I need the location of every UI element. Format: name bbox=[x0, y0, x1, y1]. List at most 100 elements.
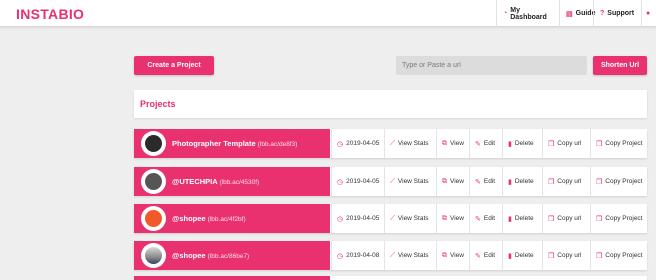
help-icon: ? bbox=[600, 10, 605, 17]
view-stats-button[interactable]: ⟋ View Stats bbox=[384, 241, 436, 270]
nav-support[interactable]: ? Support bbox=[593, 0, 641, 27]
create-project-button[interactable]: Create a Project bbox=[134, 56, 214, 75]
project-name: Photographer Template bbox=[172, 139, 256, 148]
copy-project-button[interactable]: ❐ Copy Project bbox=[590, 204, 647, 233]
edit-icon: ✎ bbox=[475, 140, 481, 148]
copy-url-button[interactable]: ❐ Copy url bbox=[542, 129, 590, 158]
user-icon: ● bbox=[646, 10, 651, 17]
project-row: @shopee (lbb.ac/4f2bf) ◷ 2019-04-05 ⟋ View… bbox=[134, 204, 647, 233]
view-stats-label: View Stats bbox=[397, 178, 429, 185]
project-date: ◷ 2019-04-05 bbox=[331, 167, 383, 196]
dashboard-icon: ◔ bbox=[503, 10, 508, 17]
project-date: ◷ 2019-04-08 bbox=[331, 241, 383, 270]
copy-url-button[interactable]: ❐ Copy url bbox=[542, 241, 590, 270]
book-icon: ▤ bbox=[566, 10, 573, 18]
copy-icon: ❐ bbox=[548, 178, 555, 186]
nav-my-dashboard[interactable]: ◔ My Dashboard bbox=[496, 0, 558, 27]
nav-support-label: Support bbox=[607, 10, 635, 17]
project-header[interactable]: @shopee (lbb.ac/86be7) bbox=[134, 241, 330, 270]
edit-label: Edit bbox=[483, 178, 496, 185]
edit-icon: ✎ bbox=[475, 178, 481, 186]
view-label: View bbox=[450, 178, 464, 185]
delete-label: Delete bbox=[514, 215, 534, 222]
view-stats-button[interactable]: ⟋ View Stats bbox=[384, 204, 436, 233]
project-date-label: 2019-04-05 bbox=[346, 215, 380, 222]
projects-title: Projects bbox=[140, 99, 176, 109]
project-title: Photographer Template (lbb.ac/de8f3) bbox=[172, 139, 297, 148]
project-name: @shopee bbox=[172, 214, 206, 223]
projects-panel: Projects bbox=[134, 90, 647, 118]
copy-project-button[interactable]: ❐ Copy Project bbox=[590, 167, 647, 196]
edit-label: Edit bbox=[483, 252, 496, 259]
shorten-url-button[interactable]: Shorten Url bbox=[593, 56, 647, 75]
avatar bbox=[141, 206, 166, 231]
chart-icon: ⟋ bbox=[390, 214, 395, 222]
url-input[interactable] bbox=[396, 56, 587, 75]
copy-url-label: Copy url bbox=[557, 252, 582, 259]
project-header[interactable]: @shopee (lbb.ac/4f2bf) bbox=[134, 204, 330, 233]
edit-button[interactable]: ✎ Edit bbox=[469, 241, 502, 270]
copy-project-label: Copy Project bbox=[605, 252, 643, 259]
project-header[interactable]: @UTECHPIA (lbb.ac/4530f) bbox=[134, 167, 330, 196]
project-header[interactable] bbox=[134, 276, 330, 280]
edit-label: Edit bbox=[483, 140, 496, 147]
project-header[interactable]: Photographer Template (lbb.ac/de8f3) bbox=[134, 129, 330, 158]
nav-my-dashboard-label: My Dashboard bbox=[510, 6, 547, 21]
project-date: ◷ 2019-04-05 bbox=[331, 204, 383, 233]
copy-project-label: Copy Project bbox=[605, 140, 643, 147]
nav-user[interactable]: ● bbox=[641, 0, 656, 27]
clock-icon: ◷ bbox=[337, 140, 344, 148]
edit-label: Edit bbox=[483, 215, 496, 222]
view-button[interactable]: ⧉ View bbox=[436, 129, 469, 158]
edit-button[interactable]: ✎ Edit bbox=[469, 204, 502, 233]
chart-icon: ⟋ bbox=[390, 251, 395, 259]
nav-guide[interactable]: ▤ Guide bbox=[559, 0, 595, 27]
copy-icon: ❐ bbox=[548, 252, 555, 260]
project-date-label: 2019-04-05 bbox=[346, 178, 380, 185]
project-short-link: (lbb.ac/4530f) bbox=[219, 179, 260, 186]
app-logo[interactable]: INSTABIO bbox=[16, 6, 84, 22]
project-row: Photographer Template (lbb.ac/de8f3) ◷ 20… bbox=[134, 129, 647, 158]
chart-icon: ⟋ bbox=[390, 139, 395, 147]
view-button[interactable]: ⧉ View bbox=[436, 204, 469, 233]
view-stats-label: View Stats bbox=[397, 215, 429, 222]
external-link-icon: ⧉ bbox=[442, 214, 447, 222]
external-link-icon: ⧉ bbox=[442, 251, 447, 259]
clock-icon: ◷ bbox=[337, 252, 344, 260]
trash-icon: ▮ bbox=[508, 252, 512, 260]
project-title: @shopee (lbb.ac/4f2bf) bbox=[172, 214, 246, 223]
copy-url-button[interactable]: ❐ Copy url bbox=[542, 167, 590, 196]
avatar bbox=[141, 131, 166, 156]
delete-label: Delete bbox=[514, 178, 534, 185]
view-button[interactable]: ⧉ View bbox=[436, 167, 469, 196]
edit-button[interactable]: ✎ Edit bbox=[469, 129, 502, 158]
copy-project-label: Copy Project bbox=[605, 215, 643, 222]
project-short-link: (lbb.ac/4f2bf) bbox=[207, 216, 246, 223]
copy-project-button[interactable]: ❐ Copy Project bbox=[590, 241, 647, 270]
view-stats-label: View Stats bbox=[397, 140, 429, 147]
project-short-link: (lbb.ac/86be7) bbox=[207, 253, 250, 260]
project-row: @UTECHPIA (lbb.ac/4530f) ◷ 2019-04-05 ⟋ Vi… bbox=[134, 167, 647, 196]
project-name: @UTECHPIA bbox=[172, 177, 218, 186]
edit-button[interactable]: ✎ Edit bbox=[469, 167, 502, 196]
delete-button[interactable]: ▮ Delete bbox=[502, 241, 542, 270]
view-stats-button[interactable]: ⟋ View Stats bbox=[384, 167, 436, 196]
chart-icon: ⟋ bbox=[390, 177, 395, 185]
view-button[interactable]: ⧉ View bbox=[436, 241, 469, 270]
delete-button[interactable]: ▮ Delete bbox=[502, 204, 542, 233]
view-label: View bbox=[450, 215, 464, 222]
avatar bbox=[141, 243, 166, 268]
trash-icon: ▮ bbox=[508, 140, 512, 148]
project-title: @shopee (lbb.ac/86be7) bbox=[172, 251, 249, 260]
copy-icon: ❐ bbox=[548, 215, 555, 223]
delete-button[interactable]: ▮ Delete bbox=[502, 129, 542, 158]
copy-url-button[interactable]: ❐ Copy url bbox=[542, 204, 590, 233]
copy-project-button[interactable]: ❐ Copy Project bbox=[590, 129, 647, 158]
clock-icon: ◷ bbox=[337, 215, 344, 223]
delete-button[interactable]: ▮ Delete bbox=[502, 167, 542, 196]
trash-icon: ▮ bbox=[508, 178, 512, 186]
view-stats-button[interactable]: ⟋ View Stats bbox=[384, 129, 436, 158]
project-short-link: (lbb.ac/de8f3) bbox=[257, 141, 298, 148]
copy-icon: ❐ bbox=[596, 252, 603, 260]
copy-url-label: Copy url bbox=[557, 215, 582, 222]
